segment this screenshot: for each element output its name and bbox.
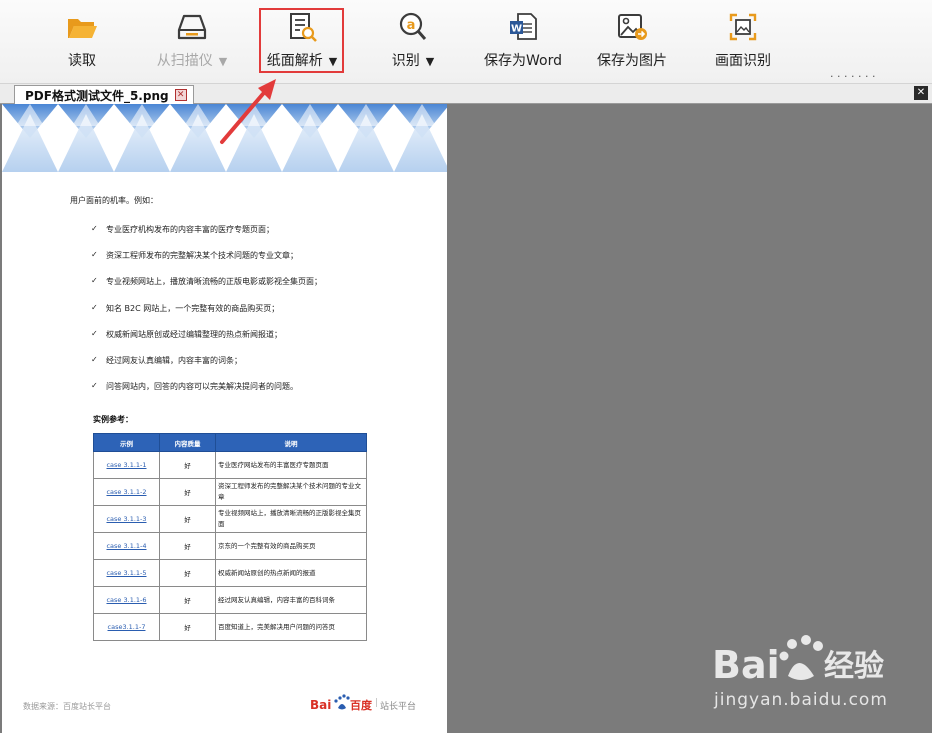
read-button[interactable]: 读取 (52, 0, 112, 76)
case-link[interactable]: case3.1.1-7 (108, 623, 146, 631)
footer-separator: | (375, 698, 379, 708)
description-cell: 权威新闻站原创的热点新闻的报道 (215, 559, 367, 587)
table-row: case 3.1.1-3 好专业视频网站上，播放清晰流畅的正版影视全集页面 (93, 505, 367, 533)
example-cell: case3.1.1-7 (93, 613, 160, 641)
bullet-item: 专业医疗机构发布的内容丰富的医疗专题页面； (106, 225, 274, 234)
check-icon: ✓ (91, 355, 98, 364)
save-image-button[interactable]: 保存为图片 (594, 0, 670, 76)
save-image-label: 保存为图片 (597, 53, 667, 69)
table-row: case3.1.1-7 好百度知道上，完美解决用户问题的问答页 (93, 613, 367, 641)
tab-bar: PDF格式测试文件_5.png ✕ ✕ (0, 84, 932, 104)
read-label: 读取 (68, 53, 96, 69)
svg-text:百度: 百度 (350, 698, 373, 712)
quality-cell: 好 (159, 559, 216, 587)
document-tab-title: PDF格式测试文件_5.png (25, 88, 169, 103)
table-header-row: 示例 内容质量 说明 (93, 433, 367, 452)
description-cell: 资深工程师发布的完整解决某个技术问题的专业文章 (215, 478, 367, 506)
description-cell: 经过网友认真编辑，内容丰富的百科词条 (215, 586, 367, 614)
word-document-icon: W (510, 13, 537, 40)
case-link[interactable]: case 3.1.1-2 (106, 488, 146, 496)
watermark-brand: Bai (712, 643, 780, 687)
document-page: 用户面前的机率。例如： ✓ 专业医疗机构发布的内容丰富的医疗专题页面； ✓ 资深工程师… (2, 104, 447, 733)
check-icon: ✓ (91, 224, 98, 233)
table-row: case 3.1.1-5 好权威新闻站原创的热点新闻的报道 (93, 559, 367, 587)
case-link[interactable]: case 3.1.1-5 (106, 569, 146, 577)
example-cell: case 3.1.1-2 (93, 478, 160, 506)
description-cell: 百度知道上，完美解决用户问题的问答页 (215, 613, 367, 641)
screen-capture-icon (729, 13, 757, 41)
save-image-icon (618, 14, 647, 40)
app-window: 读取 从扫描仪 ▼ 纸面解析 ▼ a 识别 ▼ W 保存为Word 保存为图片 … (0, 0, 932, 733)
description-cell: 专业医疗网站发布的丰富医疗专题页面 (215, 451, 367, 479)
table-header-cell: 内容质量 (159, 433, 216, 452)
scan-button[interactable]: 从扫描仪 ▼ (150, 0, 234, 76)
quality-cell: 好 (159, 532, 216, 560)
paw-icon (779, 635, 823, 680)
bullet-item: 经过网友认真编辑，内容丰富的词条； (106, 356, 242, 365)
table-header-cell: 示例 (93, 433, 160, 452)
quality-cell: 好 (159, 451, 216, 479)
reference-title: 实例参考： (93, 415, 133, 424)
svg-text:a: a (407, 18, 416, 33)
quality-cell: 好 (159, 613, 216, 641)
screen-recognize-label: 画面识别 (715, 53, 771, 69)
description-cell: 专业视频网站上，播放清晰流畅的正版影视全集页面 (215, 505, 367, 533)
case-link[interactable]: case 3.1.1-6 (106, 596, 146, 604)
scan-label: 从扫描仪 ▼ (156, 53, 228, 69)
close-icon[interactable]: ✕ (914, 86, 928, 100)
check-icon: ✓ (91, 328, 98, 338)
reference-table: 示例 内容质量 说明 case 3.1.1-1 好专业医疗网站发布的丰富医疗专题页… (93, 433, 367, 641)
bullet-item: 问答网站内，回答的内容可以完美解决提问者的问题。 (106, 382, 298, 392)
example-cell: case 3.1.1-3 (93, 505, 160, 533)
watermark-suffix: 经验 (824, 649, 884, 684)
check-icon: ✓ (91, 250, 98, 260)
example-cell: case 3.1.1-4 (93, 532, 160, 560)
table-row: case 3.1.1-6 好经过网友认真编辑，内容丰富的百科词条 (93, 586, 367, 614)
highlight-box (259, 8, 344, 73)
case-link[interactable]: case 3.1.1-4 (106, 542, 146, 550)
toolbar: 读取 从扫描仪 ▼ 纸面解析 ▼ a 识别 ▼ W 保存为Word 保存为图片 … (0, 0, 932, 84)
document-tab[interactable]: PDF格式测试文件_5.png ✕ (14, 85, 194, 104)
quality-cell: 好 (159, 505, 216, 533)
check-icon: ✓ (91, 276, 98, 286)
save-word-label: 保存为Word (484, 53, 562, 69)
watermark-url: jingyan.baidu.com (714, 690, 888, 710)
intro-text: 用户面前的机率。例如： (70, 196, 158, 205)
quality-cell: 好 (159, 478, 216, 506)
tab-close-icon[interactable]: ✕ (174, 89, 187, 101)
quality-cell: 好 (159, 586, 216, 614)
footer-site-name: 站长平台 (380, 702, 417, 712)
case-link[interactable]: case 3.1.1-1 (106, 461, 146, 469)
svg-text:W: W (511, 24, 522, 35)
example-cell: case 3.1.1-6 (93, 586, 160, 614)
bullet-item: 资深工程师发布的完整解决某个技术问题的专业文章； (106, 251, 298, 261)
svg-text:Bai: Bai (310, 698, 331, 712)
source-note: 数据来源：百度站长平台 (23, 702, 111, 711)
bullet-item: 专业视频网站上，播放清晰流畅的正版电影或影视全集页面； (106, 277, 322, 287)
check-icon: ✓ (91, 302, 98, 312)
bullet-item: 知名 B2C 网站上，一个完整有效的商品购买页； (106, 303, 280, 313)
baidu-jingyan-watermark: Bai 经验 (712, 635, 884, 687)
magnifier-letter-icon: a (399, 12, 427, 40)
recognize-label: 识别 ▼ (391, 53, 435, 69)
example-cell: case 3.1.1-5 (93, 559, 160, 587)
check-icon: ✓ (91, 381, 98, 391)
folder-open-icon (68, 19, 97, 38)
table-row: case 3.1.1-4 好京东的一个完整有效的商品购买页 (93, 532, 367, 560)
recognize-button[interactable]: a 识别 ▼ (380, 0, 446, 76)
case-link[interactable]: case 3.1.1-3 (106, 515, 146, 523)
screen-recognize-button[interactable]: 画面识别 (710, 0, 776, 76)
table-header-cell: 说明 (215, 433, 367, 452)
description-cell: 京东的一个完整有效的商品购买页 (215, 532, 367, 560)
table-row: case 3.1.1-1 好专业医疗网站发布的丰富医疗专题页面 (93, 451, 367, 479)
scanner-icon (177, 14, 207, 40)
background-text: · · · · · · · (830, 70, 876, 83)
save-word-button[interactable]: W 保存为Word (478, 0, 568, 76)
red-arrow-annotation (220, 79, 276, 144)
table-row: case 3.1.1-2 好资深工程师发布的完整解决某个技术问题的专业文章 (93, 478, 367, 506)
bullet-item: 权威新闻站原创或经过编辑整理的热点新闻报道； (106, 329, 282, 339)
example-cell: case 3.1.1-1 (93, 451, 160, 479)
